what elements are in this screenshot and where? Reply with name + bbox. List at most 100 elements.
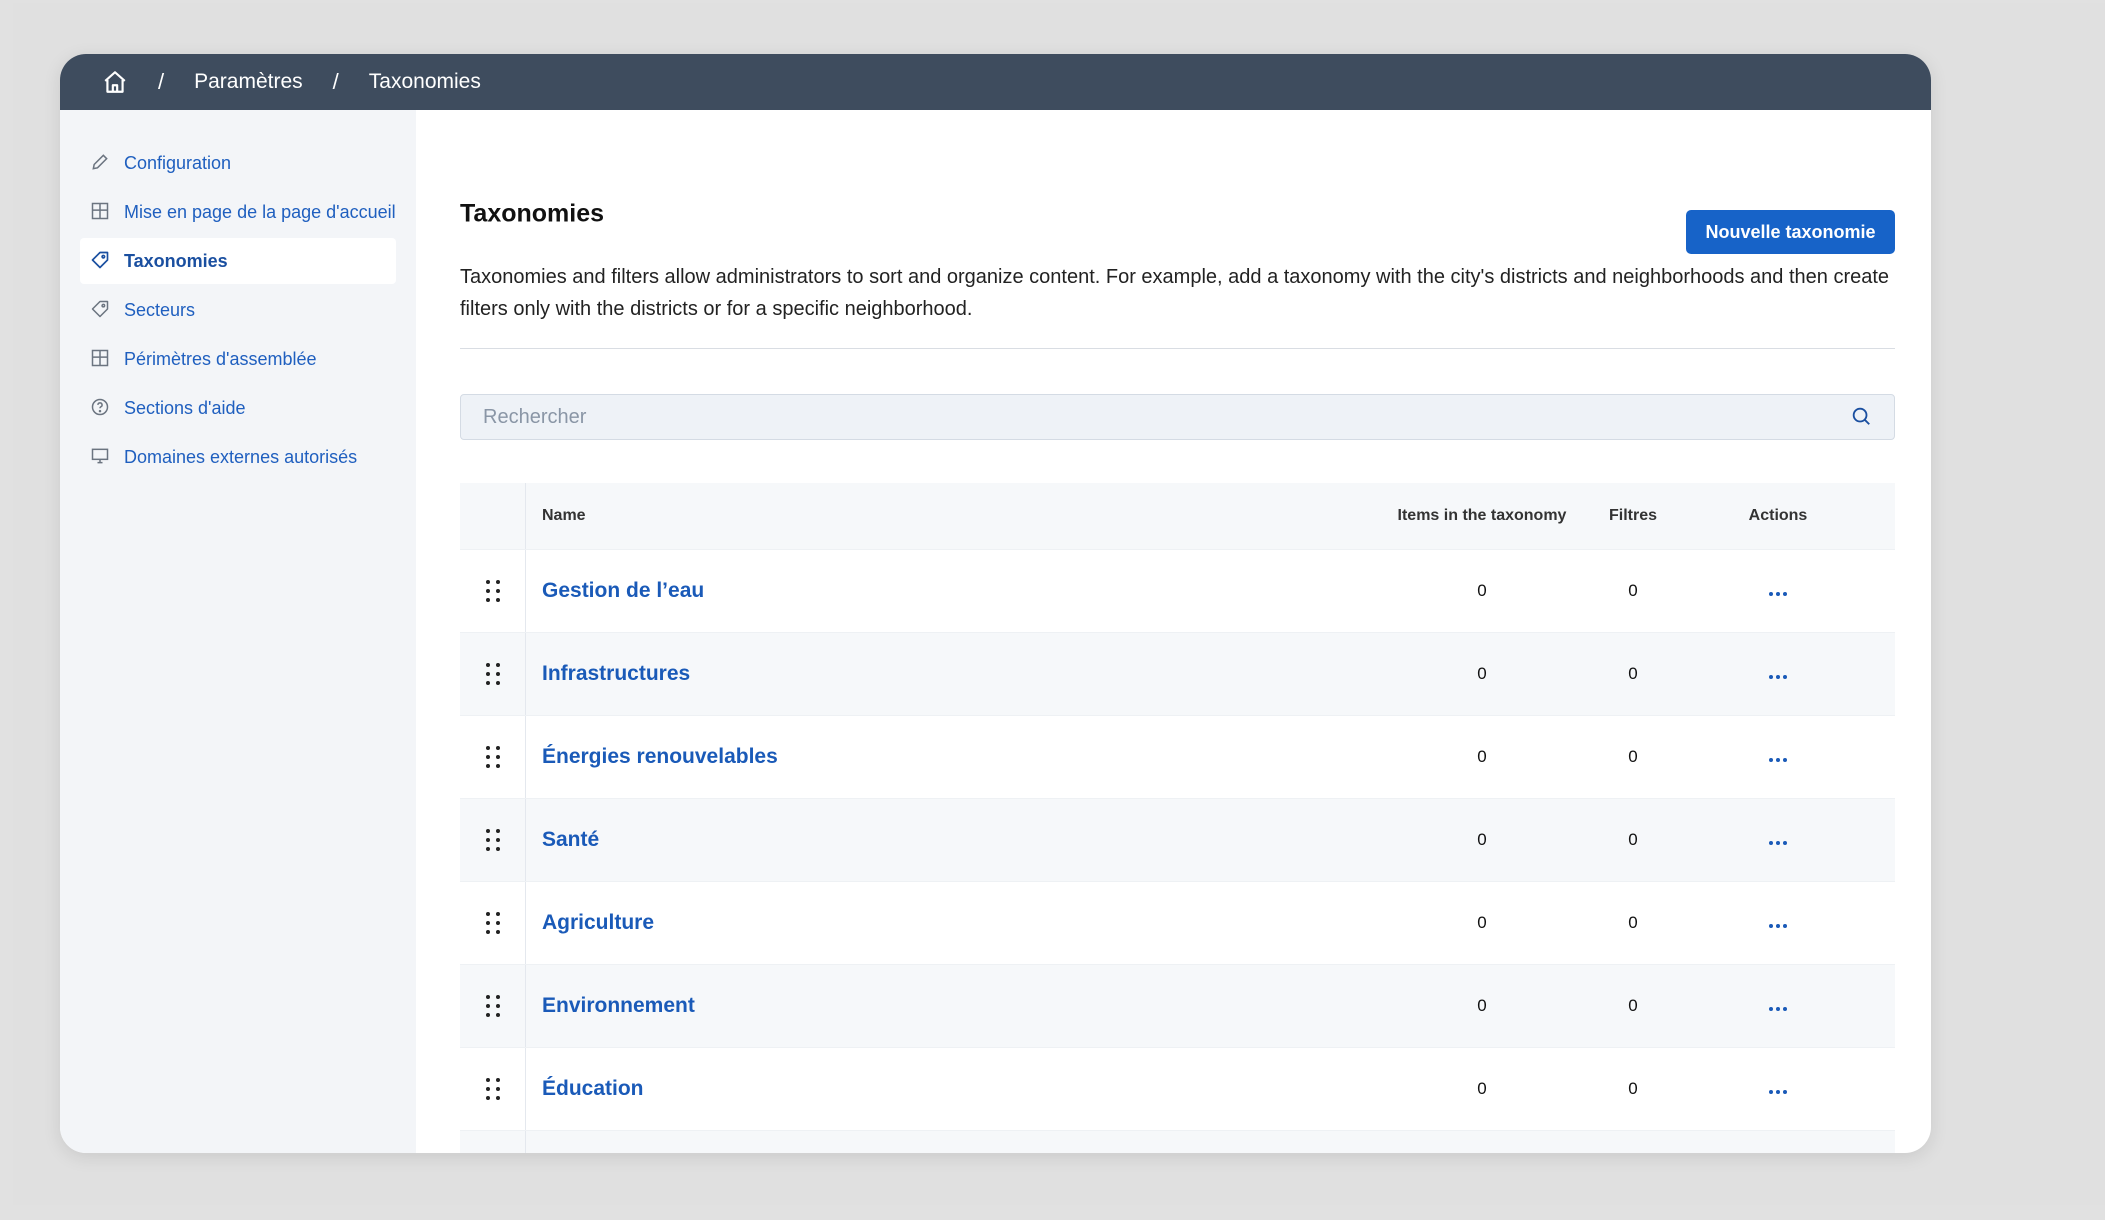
taxonomy-link[interactable]: Infrastructures — [542, 662, 690, 685]
top-bar: / Paramètres / Taxonomies — [60, 54, 1931, 110]
taxonomy-name-cell: Éducation — [526, 1077, 1376, 1101]
sidebar-item-label: Mise en page de la page d'accueil — [124, 201, 396, 222]
tag-icon — [90, 250, 112, 272]
actions-cell — [1678, 664, 1878, 684]
items-count-cell: 0 — [1477, 913, 1487, 932]
search-input[interactable] — [483, 405, 1850, 429]
taxonomy-link[interactable]: Gestion de l’eau — [542, 579, 704, 602]
items-count-cell: 0 — [1477, 996, 1487, 1015]
table-row: Gestion de l’eau 0 0 — [460, 549, 1895, 632]
drag-handle-icon[interactable] — [460, 965, 526, 1047]
filters-count-cell: 0 — [1628, 996, 1638, 1015]
column-header-filters[interactable]: Filtres — [1588, 507, 1678, 525]
more-actions-icon[interactable] — [1769, 1090, 1787, 1094]
sidebar-item-label: Sections d'aide — [124, 397, 246, 418]
drag-handle-icon[interactable] — [460, 882, 526, 964]
items-count-cell: 0 — [1477, 664, 1487, 683]
column-header-name[interactable]: Name — [526, 507, 1376, 525]
actions-cell — [1678, 913, 1878, 933]
breadcrumb-separator: / — [332, 69, 339, 94]
more-actions-icon[interactable] — [1769, 758, 1787, 762]
breadcrumb-item-parametres[interactable]: Paramètres — [194, 70, 303, 94]
breadcrumb-separator: / — [158, 69, 165, 94]
taxonomy-link[interactable]: Santé — [542, 828, 599, 851]
items-count-cell: 0 — [1477, 1079, 1487, 1098]
admin-window: / Paramètres / Taxonomies Configuration … — [60, 54, 1931, 1153]
more-actions-icon[interactable] — [1769, 592, 1787, 596]
home-icon[interactable] — [102, 69, 128, 95]
drag-handle-icon[interactable] — [460, 550, 526, 632]
sidebar-item-sections-aide[interactable]: Sections d'aide — [80, 385, 396, 431]
taxonomy-link[interactable]: Agriculture — [542, 911, 654, 934]
sidebar-item-domaines-externes[interactable]: Domaines externes autorisés — [80, 434, 396, 480]
sidebar-item-label: Taxonomies — [124, 250, 228, 271]
more-actions-icon[interactable] — [1769, 924, 1787, 928]
handle-column-header — [460, 483, 526, 549]
sidebar-item-taxonomies[interactable]: Taxonomies — [80, 238, 396, 284]
table-row: Environnement 0 0 — [460, 964, 1895, 1047]
taxonomy-name-cell: Agriculture — [526, 911, 1376, 935]
search-icon[interactable] — [1850, 405, 1874, 429]
sidebar-item-label: Domaines externes autorisés — [124, 446, 358, 467]
taxonomy-name-cell: Énergies renouvelables — [526, 745, 1376, 769]
drag-handle-icon[interactable] — [460, 1048, 526, 1130]
drag-handle-icon[interactable] — [460, 633, 526, 715]
divider — [460, 348, 1895, 349]
table-row: Agriculture 0 0 — [460, 881, 1895, 964]
actions-cell — [1678, 1079, 1878, 1099]
actions-cell — [1678, 581, 1878, 601]
actions-cell — [1678, 996, 1878, 1016]
taxonomy-link[interactable]: Environnement — [542, 994, 695, 1017]
table-row: Santé 0 0 — [460, 798, 1895, 881]
actions-cell — [1678, 830, 1878, 850]
sidebar-item-label: Configuration — [124, 152, 232, 173]
filters-count-cell: 0 — [1628, 1079, 1638, 1098]
filters-count-cell: 0 — [1628, 664, 1638, 683]
sidebar-item-perimetres[interactable]: Périmètres d'assemblée — [80, 336, 396, 382]
column-header-items[interactable]: Items in the taxonomy — [1376, 507, 1588, 525]
taxonomy-name-cell: Santé — [526, 828, 1376, 852]
column-header-actions: Actions — [1748, 507, 1808, 524]
drag-handle-icon[interactable] — [460, 1131, 526, 1153]
filters-count-cell: 0 — [1628, 747, 1638, 766]
items-count-cell: 0 — [1477, 830, 1487, 849]
layout-icon — [90, 348, 112, 370]
drag-handle-icon[interactable] — [460, 716, 526, 798]
sidebar: Configuration Mise en page de la page d'… — [60, 110, 416, 1153]
taxonomy-table: Name Items in the taxonomy Filtres Actio… — [460, 483, 1895, 1153]
filters-count-cell: 0 — [1628, 913, 1638, 932]
more-actions-icon[interactable] — [1769, 675, 1787, 679]
sidebar-item-label: Périmètres d'assemblée — [124, 348, 317, 369]
taxonomy-link[interactable]: Éducation — [542, 1077, 644, 1100]
monitor-icon — [90, 446, 112, 468]
taxonomy-name-cell: Infrastructures — [526, 662, 1376, 686]
table-header: Name Items in the taxonomy Filtres Actio… — [460, 483, 1895, 549]
layout-icon — [90, 201, 112, 223]
actions-cell — [1678, 747, 1878, 767]
pencil-icon — [90, 152, 112, 174]
new-taxonomy-button[interactable]: Nouvelle taxonomie — [1686, 210, 1895, 254]
filters-count-cell: 0 — [1628, 581, 1638, 600]
page-title: Taxonomies — [460, 199, 605, 228]
sidebar-item-mise-en-page[interactable]: Mise en page de la page d'accueil — [80, 189, 396, 235]
filters-count-cell: 0 — [1628, 830, 1638, 849]
sidebar-item-label: Secteurs — [124, 299, 196, 320]
more-actions-icon[interactable] — [1769, 841, 1787, 845]
table-row: Infrastructures 0 0 — [460, 632, 1895, 715]
sidebar-item-secteurs[interactable]: Secteurs — [80, 287, 396, 333]
table-row: Gestion des déchets00 — [460, 1130, 1895, 1153]
table-body: Gestion de l’eau 0 0 Infrastructures 0 0 Énerg… — [460, 549, 1895, 1153]
help-circle-icon — [90, 397, 112, 419]
drag-handle-icon[interactable] — [460, 799, 526, 881]
breadcrumb-item-taxonomies: Taxonomies — [368, 70, 481, 93]
items-count-cell: 0 — [1477, 747, 1487, 766]
items-count-cell: 0 — [1477, 581, 1487, 600]
more-actions-icon[interactable] — [1769, 1007, 1787, 1011]
sidebar-item-configuration[interactable]: Configuration — [80, 140, 396, 186]
taxonomy-link[interactable]: Énergies renouvelables — [542, 745, 778, 768]
main-content: Taxonomies Nouvelle taxonomie Taxonomies… — [460, 110, 1931, 1153]
table-row: Éducation 0 0 — [460, 1047, 1895, 1130]
page-description: Taxonomies and filters allow administrat… — [460, 266, 1890, 320]
table-row: Énergies renouvelables 0 0 — [460, 715, 1895, 798]
taxonomy-name-cell: Environnement — [526, 994, 1376, 1018]
